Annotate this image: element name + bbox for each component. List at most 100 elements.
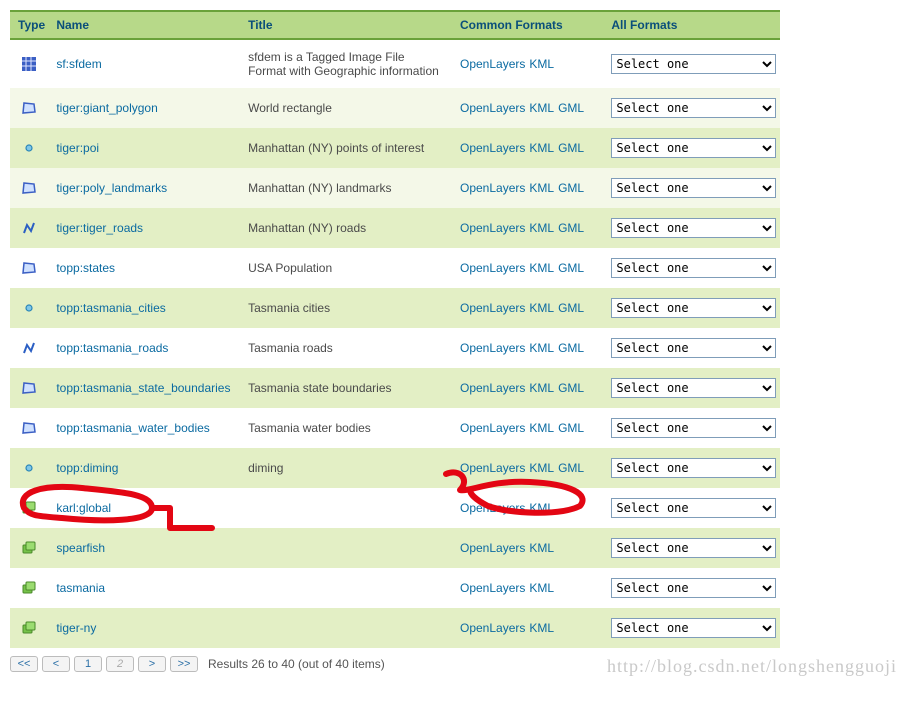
format-link[interactable]: KML — [529, 221, 554, 235]
layer-title: Tasmania state boundaries — [240, 368, 452, 408]
all-formats-select[interactable]: Select one — [611, 298, 776, 318]
header-name[interactable]: Name — [48, 11, 240, 39]
all-formats-select[interactable]: Select one — [611, 538, 776, 558]
all-formats-select[interactable]: Select one — [611, 98, 776, 118]
layer-name-link[interactable]: tiger-ny — [56, 621, 96, 635]
pager-first[interactable]: << — [10, 656, 38, 672]
format-link[interactable]: OpenLayers — [460, 421, 525, 435]
format-link[interactable]: OpenLayers — [460, 381, 525, 395]
format-link[interactable]: GML — [558, 141, 584, 155]
format-link[interactable]: OpenLayers — [460, 461, 525, 475]
format-link[interactable]: OpenLayers — [460, 341, 525, 355]
header-all[interactable]: All Formats — [603, 11, 780, 39]
all-formats-select[interactable]: Select one — [611, 378, 776, 398]
header-common[interactable]: Common Formats — [452, 11, 603, 39]
layer-name-link[interactable]: topp:tasmania_roads — [56, 341, 168, 355]
header-title[interactable]: Title — [240, 11, 452, 39]
format-link[interactable]: OpenLayers — [460, 261, 525, 275]
format-link[interactable]: KML — [529, 421, 554, 435]
layer-title: Manhattan (NY) roads — [240, 208, 452, 248]
all-formats-select[interactable]: Select one — [611, 418, 776, 438]
all-formats-select[interactable]: Select one — [611, 138, 776, 158]
header-type[interactable]: Type — [10, 11, 48, 39]
all-formats-select[interactable]: Select one — [611, 218, 776, 238]
layer-name-link[interactable]: tiger:giant_polygon — [56, 101, 157, 115]
format-link[interactable]: OpenLayers — [460, 581, 525, 595]
format-link[interactable]: GML — [558, 301, 584, 315]
pager-last[interactable]: >> — [170, 656, 198, 672]
format-link[interactable]: KML — [529, 541, 554, 555]
group-green-icon — [10, 608, 48, 648]
point-icon — [10, 288, 48, 328]
all-formats-select[interactable]: Select one — [611, 498, 776, 518]
poly-blue-icon — [10, 88, 48, 128]
layer-name-link[interactable]: topp:tasmania_water_bodies — [56, 421, 209, 435]
format-link[interactable]: KML — [529, 57, 554, 71]
all-formats-select[interactable]: Select one — [611, 578, 776, 598]
table-row: topp:dimingdimingOpenLayersKMLGMLSelect … — [10, 448, 780, 488]
table-row: tiger:tiger_roads Manhattan (NY) roads Ope… — [10, 208, 780, 248]
format-link[interactable]: KML — [529, 581, 554, 595]
format-link[interactable]: GML — [558, 341, 584, 355]
layer-name-link[interactable]: karl:global — [56, 501, 111, 515]
all-formats-select[interactable]: Select one — [611, 258, 776, 278]
format-link[interactable]: GML — [558, 221, 584, 235]
poly-blue-icon — [10, 248, 48, 288]
table-row: tiger-ny OpenLayers KML Select one — [10, 608, 780, 648]
layer-name-link[interactable]: tiger:poly_landmarks — [56, 181, 167, 195]
layer-name-link[interactable]: tiger:tiger_roads — [56, 221, 143, 235]
format-link[interactable]: OpenLayers — [460, 141, 525, 155]
common-formats: OpenLayers KML GML — [452, 408, 603, 448]
all-formats-select[interactable]: Select one — [611, 338, 776, 358]
group-green-icon — [10, 568, 48, 608]
common-formats: OpenLayers KML — [452, 488, 603, 528]
layer-name-link[interactable]: topp:states — [56, 261, 115, 275]
layer-title — [240, 488, 452, 528]
layer-title: Manhattan (NY) landmarks — [240, 168, 452, 208]
format-link[interactable]: OpenLayers — [460, 221, 525, 235]
format-link[interactable]: OpenLayers — [460, 301, 525, 315]
all-formats-select[interactable]: Select one — [611, 178, 776, 198]
format-link[interactable]: KML — [529, 101, 554, 115]
format-link[interactable]: KML — [529, 261, 554, 275]
layer-name-link[interactable]: topp:diming — [56, 461, 118, 475]
all-formats-select[interactable]: Select one — [611, 54, 776, 74]
pager-next[interactable]: > — [138, 656, 166, 672]
layer-name-link[interactable]: tiger:poi — [56, 141, 99, 155]
layer-name-link[interactable]: topp:tasmania_state_boundaries — [56, 381, 230, 395]
format-link[interactable]: OpenLayers — [460, 501, 525, 515]
format-link[interactable]: KML — [529, 141, 554, 155]
all-formats-select[interactable]: Select one — [611, 458, 776, 478]
format-link[interactable]: GML — [558, 381, 584, 395]
table-row: sf:sfdemsfdem is a Tagged Image File For… — [10, 39, 780, 88]
all-formats-select[interactable]: Select one — [611, 618, 776, 638]
layer-name-link[interactable]: sf:sfdem — [56, 57, 101, 71]
format-link[interactable]: GML — [558, 461, 584, 475]
format-link[interactable]: GML — [558, 421, 584, 435]
format-link[interactable]: OpenLayers — [460, 541, 525, 555]
layer-title: World rectangle — [240, 88, 452, 128]
pager-page-2: 2 — [106, 656, 134, 672]
format-link[interactable]: GML — [558, 261, 584, 275]
format-link[interactable]: KML — [529, 301, 554, 315]
pager-page-1[interactable]: 1 — [74, 656, 102, 672]
format-link[interactable]: OpenLayers — [460, 621, 525, 635]
format-link[interactable]: KML — [529, 501, 554, 515]
format-link[interactable]: KML — [529, 621, 554, 635]
point-icon — [10, 128, 48, 168]
format-link[interactable]: OpenLayers — [460, 57, 525, 71]
format-link[interactable]: KML — [529, 381, 554, 395]
group-green-icon — [10, 488, 48, 528]
format-link[interactable]: KML — [529, 341, 554, 355]
layer-name-link[interactable]: topp:tasmania_cities — [56, 301, 165, 315]
layer-name-link[interactable]: spearfish — [56, 541, 105, 555]
pager-prev[interactable]: < — [42, 656, 70, 672]
format-link[interactable]: KML — [529, 181, 554, 195]
layer-name-link[interactable]: tasmania — [56, 581, 105, 595]
format-link[interactable]: KML — [529, 461, 554, 475]
poly-blue-icon — [10, 168, 48, 208]
format-link[interactable]: OpenLayers — [460, 101, 525, 115]
format-link[interactable]: OpenLayers — [460, 181, 525, 195]
format-link[interactable]: GML — [558, 101, 584, 115]
format-link[interactable]: GML — [558, 181, 584, 195]
